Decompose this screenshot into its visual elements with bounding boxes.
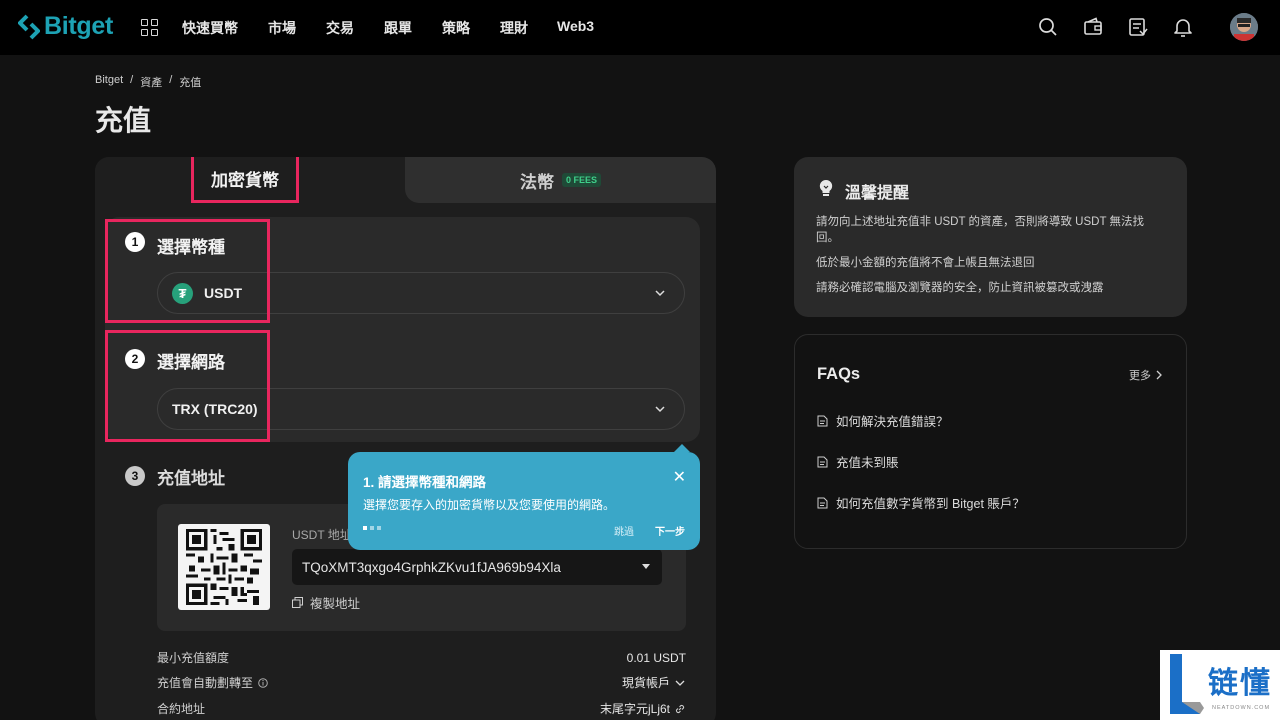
nav-link-trade[interactable]: 交易 <box>326 18 354 38</box>
apps-grid-icon[interactable] <box>141 19 158 36</box>
info-label: 充值會自動劃轉至 <box>157 676 254 690</box>
breadcrumb-home[interactable]: Bitget <box>95 74 123 90</box>
link-icon <box>675 704 685 713</box>
nav-icons <box>1015 13 1258 41</box>
tab-fiat-label: 法幣 <box>519 172 554 192</box>
tip-item: 請務必確認電腦及瀏覽器的安全，防止資訊被篡改或洩露 <box>816 282 1104 294</box>
tooltip-progress <box>363 526 381 530</box>
highlight-step-2 <box>105 330 270 442</box>
deposit-address-field[interactable]: TQoXMT3qxgo4GrphkZKvu1fJA969b94Xla <box>292 549 662 585</box>
tips-title: 溫馨提醒 <box>845 185 910 202</box>
faq-item-label: 如何解決充值錯誤？ <box>836 415 949 429</box>
caret-down-icon <box>642 564 650 569</box>
copy-address-label: 複製地址 <box>310 597 361 611</box>
breadcrumb-assets[interactable]: 資產 <box>140 74 162 90</box>
zero-fees-badge: 0 FEES <box>561 173 601 187</box>
breadcrumb-current: 充值 <box>179 77 202 89</box>
faq-card: FAQs 更多 如何解決充值錯誤？ 充值未到賬 如何充值數字貨幣到 Bitget… <box>794 334 1187 549</box>
breadcrumb-separator: / <box>169 74 173 86</box>
tips-card: 溫馨提醒 請勿向上述地址充值非 USDT 的資產，否則將導致 USDT 無法找回… <box>794 157 1187 317</box>
bell-icon[interactable] <box>1171 15 1195 39</box>
chevron-down-icon <box>655 290 665 297</box>
nav-link-quick-buy[interactable]: 快速買幣 <box>182 18 238 38</box>
tab-crypto[interactable]: 加密貨幣 <box>95 157 405 203</box>
copy-address-button[interactable]: 複製地址 <box>292 593 360 612</box>
deposit-qr-code <box>178 524 270 610</box>
info-row-auto-transfer: 充值會自動劃轉至 現貨帳戶 <box>157 674 686 691</box>
step-3-title: 充值地址 <box>157 469 225 488</box>
address-label: USDT 地址 <box>292 528 352 542</box>
document-icon <box>817 497 828 508</box>
info-value: 末尾字元jLj6t <box>599 702 670 716</box>
nav-link-strategy[interactable]: 策略 <box>442 18 470 38</box>
bitget-logo[interactable]: Bitget <box>18 12 113 41</box>
tooltip-description: 選擇您要存入的加密貨幣以及您要使用的網路。 <box>363 498 616 512</box>
tooltip-skip-button[interactable]: 跳過 <box>614 523 634 538</box>
lightbulb-icon <box>819 179 833 196</box>
tip-item: 請勿向上述地址充值非 USDT 的資產，否則將導致 USDT 無法找回。 <box>816 216 1144 244</box>
breadcrumb: Bitget / 資產 / 充值 <box>95 74 201 90</box>
breadcrumb-separator: / <box>130 74 134 86</box>
step-3-number: 3 <box>125 466 145 486</box>
faq-more-link[interactable]: 更多 <box>1129 367 1162 383</box>
tooltip-title: 1. 請選擇幣種和網路 <box>363 475 487 490</box>
nav-link-copy[interactable]: 跟單 <box>384 18 412 38</box>
document-icon <box>817 415 828 426</box>
nav-link-web3[interactable]: Web3 <box>557 18 594 38</box>
avatar[interactable] <box>1230 13 1258 41</box>
faq-item[interactable]: 如何解決充值錯誤？ <box>817 411 949 430</box>
info-value: 0.01 USDT <box>626 650 686 665</box>
info-icon[interactable] <box>258 677 268 688</box>
tip-item: 低於最小金額的充值將不會上帳且無法退回 <box>816 257 1035 269</box>
search-icon[interactable] <box>1036 15 1060 39</box>
info-row-min-deposit: 最小充值額度 0.01 USDT <box>157 649 686 666</box>
faq-more-label: 更多 <box>1129 370 1151 382</box>
document-icon <box>817 456 828 467</box>
faq-item[interactable]: 如何充值數字貨幣到 Bitget 賬戶？ <box>817 493 1025 512</box>
chevron-down-icon <box>655 406 665 413</box>
wallet-icon[interactable] <box>1081 15 1105 39</box>
page-title: 充值 <box>95 105 152 136</box>
watermark-text: 链懂 <box>1208 666 1272 701</box>
highlight-step-1 <box>105 219 270 323</box>
contract-address-link[interactable]: 末尾字元jLj6t <box>600 700 686 717</box>
faq-item-label: 如何充值數字貨幣到 Bitget 賬戶？ <box>836 497 1025 511</box>
nav-links: 快速買幣 市場 交易 跟單 策略 理財 Web3 <box>182 18 624 38</box>
info-value: 現貨帳戶 <box>621 676 670 690</box>
watermark-subtext: NEATDOWN.COM <box>1212 705 1271 711</box>
nav-link-markets[interactable]: 市場 <box>268 18 296 38</box>
brand-name: Bitget <box>44 12 114 40</box>
info-label: 合約地址 <box>157 702 206 716</box>
top-nav: Bitget 快速買幣 市場 交易 跟單 策略 理財 Web3 <box>0 0 1280 55</box>
watermark-l-icon <box>1170 654 1204 714</box>
deposit-address-value: TQoXMT3qxgo4GrphkZKvu1fJA969b94Xla <box>302 559 561 575</box>
faq-title: FAQs <box>817 365 861 383</box>
nav-link-earn[interactable]: 理財 <box>500 18 528 38</box>
chevron-down-icon <box>675 680 685 686</box>
deposit-card: 加密貨幣 法幣 0 FEES 1 選擇幣種 ₮ USDT 2 選擇網路 TRX … <box>95 157 716 720</box>
tooltip-next-button[interactable]: 下一步 <box>655 523 685 538</box>
info-label-wrap: 充值會自動劃轉至 <box>157 674 268 691</box>
transfer-account-select[interactable]: 現貨帳戶 <box>622 674 686 691</box>
bitget-logo-icon <box>18 14 40 39</box>
guide-tooltip: 1. 請選擇幣種和網路 選擇您要存入的加密貨幣以及您要使用的網路。 ✕ 跳過 下… <box>348 444 700 550</box>
close-icon[interactable]: ✕ <box>673 470 686 486</box>
info-row-contract: 合約地址 末尾字元jLj6t <box>157 700 686 717</box>
chevron-right-icon <box>1156 370 1162 380</box>
tab-fiat[interactable]: 法幣 0 FEES <box>405 157 716 203</box>
faq-item-label: 充值未到賬 <box>836 456 899 470</box>
tab-crypto-label[interactable]: 加密貨幣 <box>191 157 299 203</box>
copy-icon <box>292 597 303 608</box>
orders-icon[interactable] <box>1126 15 1150 39</box>
watermark-logo: 链懂 NEATDOWN.COM <box>1160 650 1280 720</box>
deposit-tabs: 加密貨幣 法幣 0 FEES <box>95 157 716 203</box>
faq-item[interactable]: 充值未到賬 <box>817 452 899 471</box>
info-label: 最小充值額度 <box>157 651 230 665</box>
